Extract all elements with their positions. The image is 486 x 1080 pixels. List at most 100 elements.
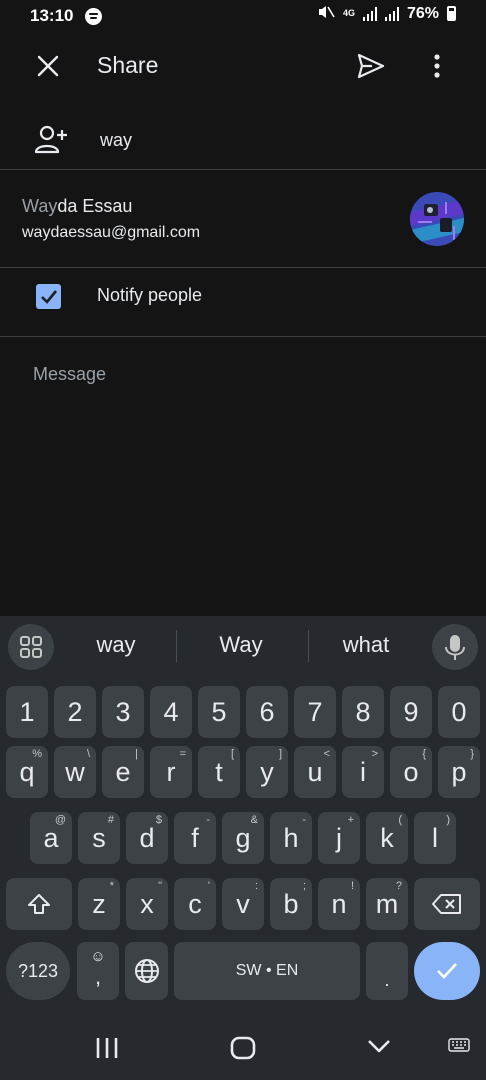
letter-key[interactable]: w \ <box>54 746 96 798</box>
key-hint: = <box>179 748 186 760</box>
number-key[interactable]: 8 <box>342 686 384 738</box>
page-title: Share <box>97 52 159 78</box>
key-label: p <box>451 756 467 787</box>
key-label: x <box>140 888 154 919</box>
apps-grid-button[interactable] <box>8 624 54 670</box>
letter-key[interactable]: m? <box>366 878 408 930</box>
more-vert-icon[interactable] <box>427 52 447 80</box>
key-label: n <box>331 888 347 919</box>
period-label: . <box>384 969 390 990</box>
letter-key[interactable]: r = <box>150 746 192 798</box>
letter-key[interactable]: n! <box>318 878 360 930</box>
key-hint: # <box>107 814 114 826</box>
key-hint: } <box>470 748 474 760</box>
suggestion-word[interactable]: way <box>56 632 176 658</box>
letter-key[interactable]: a @ <box>30 812 72 864</box>
key-hint: - <box>302 814 306 826</box>
navigation-bar <box>0 1016 486 1080</box>
number-key[interactable]: 1 <box>6 686 48 738</box>
emoji-icon: ☺ <box>90 948 106 965</box>
key-hint: \ <box>86 748 90 760</box>
number-key[interactable]: 4 <box>150 686 192 738</box>
letter-key[interactable]: x " <box>126 878 168 930</box>
key-label: t <box>215 756 223 787</box>
mic-icon <box>445 635 465 660</box>
letter-key[interactable]: h- <box>270 812 312 864</box>
status-icons: 4G 76% <box>317 4 456 23</box>
shift-key[interactable] <box>6 878 72 930</box>
divider <box>0 169 486 170</box>
suggestion-word[interactable]: Way <box>181 632 301 658</box>
letter-key[interactable]: k( <box>366 812 408 864</box>
key-label: w <box>65 756 85 787</box>
number-key[interactable]: 3 <box>102 686 144 738</box>
battery-icon <box>447 6 456 21</box>
letter-key[interactable]: g & <box>222 812 264 864</box>
letter-key[interactable]: i > <box>342 746 384 798</box>
key-hint: > <box>371 748 378 760</box>
number-key[interactable]: 0 <box>438 686 480 738</box>
suggestion-word[interactable]: what <box>306 632 426 658</box>
letter-key[interactable]: u < <box>294 746 336 798</box>
space-key[interactable]: SW • EN <box>174 942 360 1000</box>
number-key[interactable]: 2 <box>54 686 96 738</box>
letter-key[interactable]: t[ <box>198 746 240 798</box>
letter-key[interactable]: y] <box>246 746 288 798</box>
key-label: h <box>283 822 299 853</box>
letter-key[interactable]: s # <box>78 812 120 864</box>
key-label: f <box>191 822 199 853</box>
signal-icon-2 <box>384 6 399 21</box>
backspace-key[interactable] <box>414 878 480 930</box>
message-field[interactable]: Message <box>33 364 106 385</box>
number-key[interactable]: 7 <box>294 686 336 738</box>
symbols-key-label: ?123 <box>17 960 59 981</box>
contact-name-match: Way <box>22 196 58 216</box>
notify-checkbox[interactable] <box>36 284 61 309</box>
recipient-input[interactable] <box>100 126 460 154</box>
key-label: c <box>188 888 202 919</box>
number-key[interactable]: 5 <box>198 686 240 738</box>
key-label: v <box>236 888 250 919</box>
keyboard: way Way what 1 2 3 4 5 6 7 8 9 0 q% w \ e | r = t[y] u < i > o… <box>0 616 486 1080</box>
hide-keyboard-icon[interactable] <box>366 1036 392 1056</box>
letter-key[interactable]: v: <box>222 878 264 930</box>
status-bar: 13:10 4G 76% <box>0 0 486 32</box>
key-hint: ! <box>350 880 354 892</box>
send-icon[interactable] <box>356 52 386 80</box>
contact-suggestion[interactable]: Wayda Essau waydaessau@gmail.com <box>0 180 486 266</box>
letter-key[interactable]: f- <box>174 812 216 864</box>
home-icon[interactable] <box>229 1035 257 1061</box>
avatar <box>410 192 464 246</box>
enter-key[interactable] <box>414 942 480 1000</box>
letter-key[interactable]: p} <box>438 746 480 798</box>
keyboard-switch-icon[interactable] <box>448 1038 470 1052</box>
key-hint: : <box>254 880 258 892</box>
letter-key[interactable]: b; <box>270 878 312 930</box>
signal-icon <box>362 6 377 21</box>
mic-button[interactable] <box>432 624 478 670</box>
key-hint: | <box>135 748 138 760</box>
close-icon[interactable] <box>36 54 60 78</box>
key-hint: < <box>323 748 330 760</box>
letter-key[interactable]: q% <box>6 746 48 798</box>
period-key[interactable]: . <box>366 942 408 1000</box>
letter-key[interactable]: o{ <box>390 746 432 798</box>
key-label: k <box>380 822 394 853</box>
contact-name-rest: da Essau <box>57 196 133 216</box>
recent-apps-icon[interactable] <box>94 1036 120 1060</box>
letter-key[interactable]: e | <box>102 746 144 798</box>
language-key[interactable] <box>125 942 168 1000</box>
letter-key[interactable]: c ' <box>174 878 216 930</box>
letter-key[interactable]: l) <box>414 812 456 864</box>
symbols-key[interactable]: ?123 <box>6 942 70 1000</box>
letter-key[interactable]: z * <box>78 878 120 930</box>
recipient-row <box>0 110 486 170</box>
key-hint: ' <box>207 880 210 892</box>
contact-name: Wayda Essau <box>22 196 132 217</box>
emoji-comma-key[interactable]: ☺ , <box>77 942 119 1000</box>
key-label: i <box>360 756 366 787</box>
number-key[interactable]: 9 <box>390 686 432 738</box>
number-key[interactable]: 6 <box>246 686 288 738</box>
letter-key[interactable]: j + <box>318 812 360 864</box>
letter-key[interactable]: d $ <box>126 812 168 864</box>
